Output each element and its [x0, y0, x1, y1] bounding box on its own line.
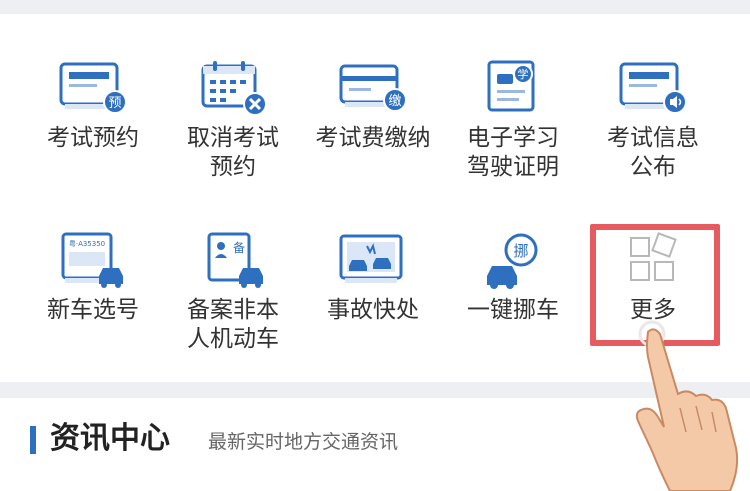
tile-new-plate-selection[interactable]: 粤·A35350 新车选号: [23, 230, 163, 325]
tile-record-non-owner-vehicle[interactable]: 备 备案非本 人机动车: [163, 230, 303, 354]
svg-text:预: 预: [108, 96, 121, 111]
tile-label: 备案非本 人机动车: [187, 297, 279, 352]
tile-label: 取消考试 预约: [187, 125, 279, 180]
svg-text:缴: 缴: [388, 94, 401, 109]
svg-text:备: 备: [233, 241, 245, 255]
accident-icon: [339, 234, 403, 283]
news-subtitle: 最新实时地方交通资讯: [208, 431, 399, 453]
tile-e-learning-license-proof[interactable]: 学 电子学习 驾驶证明: [443, 58, 583, 182]
move-car-icon: 挪: [487, 233, 538, 289]
license-doc-icon: 学: [487, 60, 535, 112]
tile-label: 考试预约: [47, 125, 139, 151]
tile-label: 考试费缴纳: [315, 125, 431, 151]
plate-car-icon: 粤·A35350: [61, 232, 123, 288]
svg-text:粤·A35350: 粤·A35350: [69, 239, 105, 248]
tile-label: 新车选号: [47, 297, 139, 323]
card-icon: 预: [59, 62, 127, 114]
tile-one-click-move-car[interactable]: 挪 一键挪车: [443, 230, 583, 325]
card-speaker-icon: [619, 62, 687, 114]
section-accent-bar: [30, 426, 36, 454]
tile-exam-info-publication[interactable]: 考试信息 公布: [583, 58, 723, 182]
calendar-cancel-icon: [201, 61, 267, 116]
tile-label: 一键挪车: [467, 297, 559, 323]
tile-cancel-exam-booking[interactable]: 取消考试 预约: [163, 58, 303, 182]
tile-label: 考试信息 公布: [607, 125, 699, 180]
news-title[interactable]: 资讯中心: [50, 420, 170, 458]
tile-label: 电子学习 驾驶证明: [467, 125, 559, 180]
record-car-icon: 备: [207, 232, 263, 288]
tile-exam-booking[interactable]: 预 考试预约: [23, 58, 163, 153]
svg-text:学: 学: [518, 67, 529, 81]
tile-quick-accident-handling[interactable]: 事故快处: [303, 230, 443, 325]
pointing-hand-icon: [635, 320, 739, 491]
svg-text:挪: 挪: [513, 242, 528, 260]
card-pay-icon: 缴: [339, 64, 407, 112]
tile-label: 事故快处: [327, 297, 419, 323]
tile-exam-fee-payment[interactable]: 缴 考试费缴纳: [303, 58, 443, 153]
